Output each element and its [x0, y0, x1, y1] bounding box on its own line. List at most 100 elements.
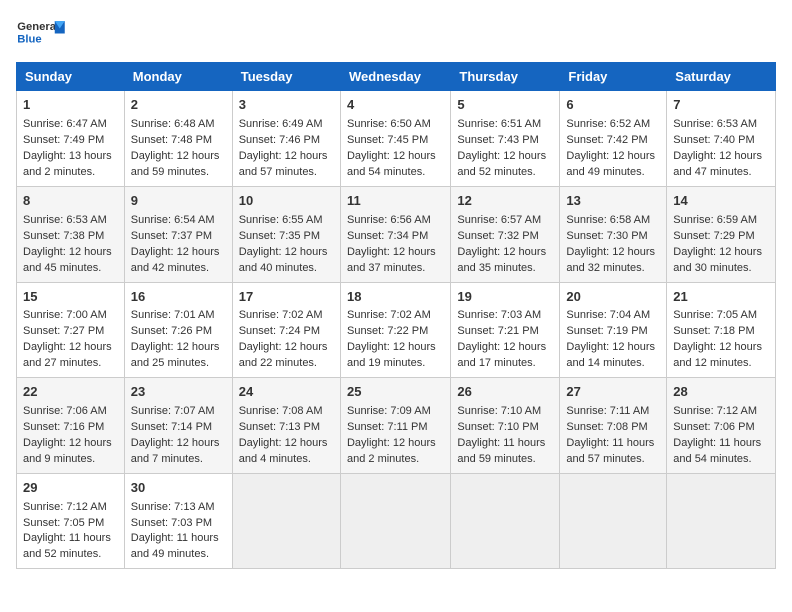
calendar-cell: 27Sunrise: 7:11 AMSunset: 7:08 PMDayligh…	[560, 378, 667, 474]
day-info: Sunrise: 6:59 AM	[673, 213, 769, 229]
day-info: and 19 minutes.	[347, 356, 444, 372]
page-header: General Blue	[16, 16, 776, 50]
header-wednesday: Wednesday	[340, 63, 450, 91]
day-info: Sunrise: 7:11 AM	[566, 404, 660, 420]
calendar-cell	[451, 473, 560, 569]
day-info: Sunrise: 7:02 AM	[239, 308, 334, 324]
calendar-cell	[340, 473, 450, 569]
day-number: 29	[23, 479, 118, 498]
day-info: Sunset: 7:42 PM	[566, 133, 660, 149]
day-info: Daylight: 11 hours	[673, 436, 769, 452]
calendar-cell	[560, 473, 667, 569]
day-number: 22	[23, 383, 118, 402]
day-info: Sunset: 7:32 PM	[457, 229, 553, 245]
calendar-cell: 19Sunrise: 7:03 AMSunset: 7:21 PMDayligh…	[451, 282, 560, 378]
day-number: 12	[457, 192, 553, 211]
day-info: Daylight: 12 hours	[673, 245, 769, 261]
calendar-cell: 20Sunrise: 7:04 AMSunset: 7:19 PMDayligh…	[560, 282, 667, 378]
day-info: and 40 minutes.	[239, 261, 334, 277]
day-info: and 47 minutes.	[673, 165, 769, 181]
day-number: 10	[239, 192, 334, 211]
day-number: 7	[673, 96, 769, 115]
day-info: Sunrise: 6:58 AM	[566, 213, 660, 229]
day-number: 28	[673, 383, 769, 402]
day-info: and 4 minutes.	[239, 452, 334, 468]
day-info: Sunset: 7:18 PM	[673, 324, 769, 340]
day-info: Sunrise: 7:05 AM	[673, 308, 769, 324]
calendar-cell: 30Sunrise: 7:13 AMSunset: 7:03 PMDayligh…	[124, 473, 232, 569]
day-info: Sunset: 7:48 PM	[131, 133, 226, 149]
calendar-cell: 29Sunrise: 7:12 AMSunset: 7:05 PMDayligh…	[17, 473, 125, 569]
day-info: Sunrise: 7:12 AM	[23, 500, 118, 516]
day-info: Daylight: 13 hours	[23, 149, 118, 165]
calendar-week-1: 1Sunrise: 6:47 AMSunset: 7:49 PMDaylight…	[17, 91, 776, 187]
day-info: Sunrise: 7:03 AM	[457, 308, 553, 324]
day-info: Daylight: 12 hours	[457, 340, 553, 356]
day-info: Sunrise: 6:56 AM	[347, 213, 444, 229]
day-info: Daylight: 12 hours	[347, 149, 444, 165]
day-info: Sunset: 7:35 PM	[239, 229, 334, 245]
day-number: 14	[673, 192, 769, 211]
day-info: Sunset: 7:37 PM	[131, 229, 226, 245]
day-info: Sunrise: 6:53 AM	[673, 117, 769, 133]
calendar-cell: 12Sunrise: 6:57 AMSunset: 7:32 PMDayligh…	[451, 186, 560, 282]
day-info: Daylight: 12 hours	[673, 340, 769, 356]
day-info: Sunrise: 6:52 AM	[566, 117, 660, 133]
calendar-cell: 11Sunrise: 6:56 AMSunset: 7:34 PMDayligh…	[340, 186, 450, 282]
calendar-cell: 21Sunrise: 7:05 AMSunset: 7:18 PMDayligh…	[667, 282, 776, 378]
day-info: Daylight: 11 hours	[457, 436, 553, 452]
day-info: Daylight: 12 hours	[239, 436, 334, 452]
day-info: Sunrise: 7:09 AM	[347, 404, 444, 420]
day-info: Sunset: 7:03 PM	[131, 516, 226, 532]
day-info: Sunrise: 7:10 AM	[457, 404, 553, 420]
day-info: and 35 minutes.	[457, 261, 553, 277]
day-info: Sunrise: 6:53 AM	[23, 213, 118, 229]
day-number: 9	[131, 192, 226, 211]
header-sunday: Sunday	[17, 63, 125, 91]
day-info: and 25 minutes.	[131, 356, 226, 372]
day-info: Daylight: 12 hours	[457, 149, 553, 165]
day-number: 23	[131, 383, 226, 402]
day-info: and 2 minutes.	[347, 452, 444, 468]
day-number: 8	[23, 192, 118, 211]
calendar-cell: 5Sunrise: 6:51 AMSunset: 7:43 PMDaylight…	[451, 91, 560, 187]
calendar-cell: 25 Sunrise: 7:09 AMSunset: 7:11 PMDayligh…	[340, 378, 450, 474]
day-info: and 12 minutes.	[673, 356, 769, 372]
day-info: Sunrise: 6:48 AM	[131, 117, 226, 133]
day-info: and 22 minutes.	[239, 356, 334, 372]
calendar-cell: 9Sunrise: 6:54 AMSunset: 7:37 PMDaylight…	[124, 186, 232, 282]
calendar-cell: 7Sunrise: 6:53 AMSunset: 7:40 PMDaylight…	[667, 91, 776, 187]
calendar-cell: 3Sunrise: 6:49 AMSunset: 7:46 PMDaylight…	[232, 91, 340, 187]
day-number: 11	[347, 192, 444, 211]
day-info: Daylight: 12 hours	[131, 340, 226, 356]
day-info: Daylight: 12 hours	[131, 245, 226, 261]
day-info: Daylight: 12 hours	[131, 149, 226, 165]
day-info: Sunrise: 7:08 AM	[239, 404, 334, 420]
day-info: and 54 minutes.	[673, 452, 769, 468]
day-info: and 59 minutes.	[457, 452, 553, 468]
day-info: Sunrise: 6:51 AM	[457, 117, 553, 133]
header-tuesday: Tuesday	[232, 63, 340, 91]
day-info: Daylight: 12 hours	[23, 340, 118, 356]
day-number: 4	[347, 96, 444, 115]
calendar-cell: 22Sunrise: 7:06 AMSunset: 7:16 PMDayligh…	[17, 378, 125, 474]
calendar-cell: 17Sunrise: 7:02 AMSunset: 7:24 PMDayligh…	[232, 282, 340, 378]
day-number: 26	[457, 383, 553, 402]
day-info: and 57 minutes.	[239, 165, 334, 181]
day-info: Daylight: 12 hours	[239, 149, 334, 165]
day-number: 25	[347, 383, 444, 402]
header-monday: Monday	[124, 63, 232, 91]
day-info: Sunset: 7:27 PM	[23, 324, 118, 340]
day-info: and 14 minutes.	[566, 356, 660, 372]
logo-icon: General Blue	[16, 16, 66, 50]
calendar-cell: 24Sunrise: 7:08 AMSunset: 7:13 PMDayligh…	[232, 378, 340, 474]
day-number: 13	[566, 192, 660, 211]
day-info: Sunset: 7:10 PM	[457, 420, 553, 436]
calendar-cell: 16Sunrise: 7:01 AMSunset: 7:26 PMDayligh…	[124, 282, 232, 378]
day-number: 1	[23, 96, 118, 115]
day-number: 30	[131, 479, 226, 498]
day-info: Sunset: 7:11 PM	[347, 420, 444, 436]
day-info: Daylight: 12 hours	[347, 436, 444, 452]
day-info: Daylight: 12 hours	[131, 436, 226, 452]
day-info: Daylight: 12 hours	[347, 245, 444, 261]
